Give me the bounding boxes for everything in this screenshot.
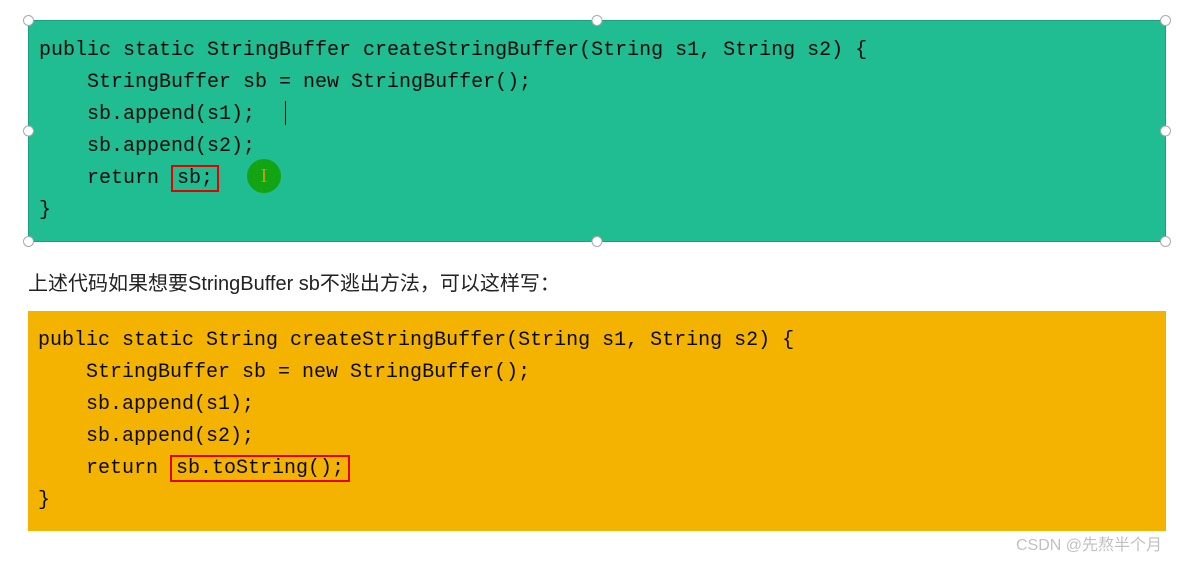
highlighted-return-value: sb; bbox=[171, 165, 219, 192]
code-line: sb.append(s1); bbox=[39, 99, 1155, 131]
code-line: StringBuffer sb = new StringBuffer(); bbox=[39, 67, 1155, 99]
selection-handle-icon[interactable] bbox=[23, 15, 34, 26]
watermark-text: CSDN @先熬半个月 bbox=[1016, 531, 1162, 555]
selection-handle-icon[interactable] bbox=[23, 236, 34, 247]
code-line: return sb; bbox=[39, 163, 1155, 195]
cursor-indicator-icon: I bbox=[247, 159, 281, 193]
selection-handle-icon[interactable] bbox=[592, 236, 603, 247]
selection-handle-icon[interactable] bbox=[592, 15, 603, 26]
code-block-bottom: public static String createStringBuffer(… bbox=[28, 311, 1166, 531]
code-text: return bbox=[38, 457, 170, 480]
code-block-top[interactable]: public static StringBuffer createStringB… bbox=[28, 20, 1166, 242]
caption-text: 上述代码如果想要StringBuffer sb不逃出方法，可以这样写： bbox=[28, 267, 1166, 296]
highlighted-return-value: sb.toString(); bbox=[170, 455, 350, 482]
text-cursor-icon bbox=[285, 101, 286, 125]
selection-handle-icon[interactable] bbox=[1160, 15, 1171, 26]
selection-handle-icon[interactable] bbox=[23, 126, 34, 137]
code-line: sb.append(s1); bbox=[38, 389, 1156, 421]
selection-handle-icon[interactable] bbox=[1160, 236, 1171, 247]
code-line: public static StringBuffer createStringB… bbox=[39, 35, 1155, 67]
code-line: sb.append(s2); bbox=[39, 131, 1155, 163]
selection-handle-icon[interactable] bbox=[1160, 126, 1171, 137]
code-line: } bbox=[38, 485, 1156, 517]
code-line: public static String createStringBuffer(… bbox=[38, 325, 1156, 357]
code-line: StringBuffer sb = new StringBuffer(); bbox=[38, 357, 1156, 389]
cursor-glyph: I bbox=[261, 160, 268, 192]
code-line: } bbox=[39, 195, 1155, 227]
code-text: return bbox=[39, 167, 171, 190]
code-line: return sb.toString(); bbox=[38, 453, 1156, 485]
code-line: sb.append(s2); bbox=[38, 421, 1156, 453]
